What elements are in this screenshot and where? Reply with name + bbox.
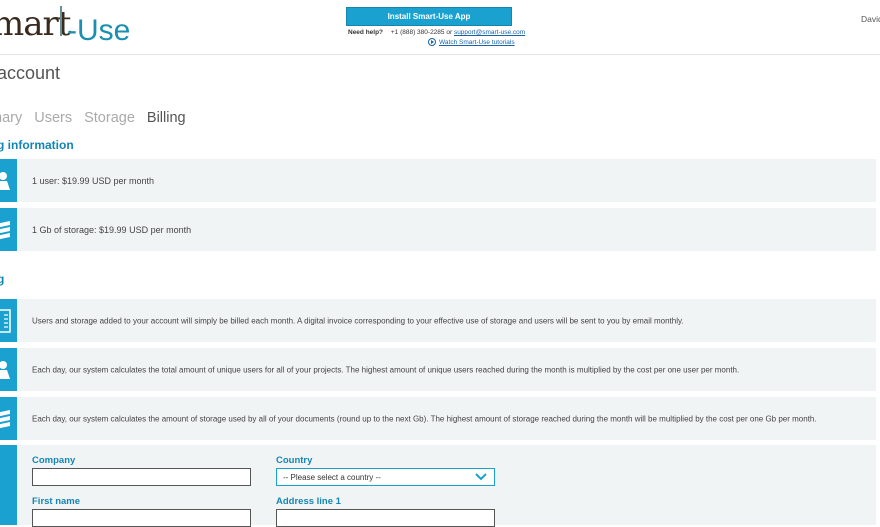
tab-summary[interactable]: mary bbox=[0, 110, 22, 126]
header-divider bbox=[0, 54, 880, 55]
billing-row-users: Each day, our system calculates the tota… bbox=[0, 348, 876, 391]
billing-text-storage: Each day, our system calculates the amou… bbox=[32, 414, 817, 423]
billing-text-users: Each day, our system calculates the tota… bbox=[32, 365, 740, 374]
billing-icon-box bbox=[0, 397, 17, 440]
info-row-storage: 1 Gb of storage: $19.99 USD per month bbox=[0, 208, 876, 251]
company-input[interactable] bbox=[32, 468, 251, 486]
account-tabs: mary Users Storage Billing bbox=[0, 110, 198, 126]
billing-information-title: g information bbox=[0, 138, 74, 152]
form-icon-box bbox=[0, 445, 17, 525]
page-title: account bbox=[0, 63, 61, 83]
help-line: Need help? +1 (888) 380-2285 or support@… bbox=[348, 29, 525, 36]
logo[interactable]: mart -Use bbox=[0, 0, 132, 50]
country-select[interactable]: -- Please select a country -- bbox=[276, 468, 495, 486]
country-label: Country bbox=[276, 455, 313, 466]
address-line-1-input[interactable] bbox=[276, 509, 495, 527]
billing-row-invoice: Users and storage added to your account … bbox=[0, 299, 876, 342]
logo-divider bbox=[60, 6, 62, 36]
info-icon-box bbox=[0, 159, 17, 202]
billing-row-storage: Each day, our system calculates the amou… bbox=[0, 397, 876, 440]
tab-users[interactable]: Users bbox=[34, 110, 72, 126]
first-name-input[interactable] bbox=[32, 509, 251, 527]
tab-billing[interactable]: Billing bbox=[147, 110, 186, 126]
info-icon-box bbox=[0, 208, 17, 251]
country-selected-value: -- Please select a country -- bbox=[283, 472, 381, 482]
first-name-label: First name bbox=[32, 496, 81, 507]
billing-title: g bbox=[0, 272, 5, 286]
user-icon bbox=[0, 360, 10, 379]
support-email-link[interactable]: support@smart-use.com bbox=[454, 29, 525, 36]
logo-text-use: -Use bbox=[67, 14, 131, 47]
address-line-1-label: Address line 1 bbox=[276, 496, 341, 507]
info-text-storage: 1 Gb of storage: $19.99 USD per month bbox=[32, 224, 192, 235]
company-label: Company bbox=[32, 455, 76, 466]
billing-form: Company Country -- Please select a count… bbox=[0, 445, 876, 527]
tab-storage[interactable]: Storage bbox=[84, 110, 135, 126]
billing-icon-box bbox=[0, 348, 17, 391]
user-icon bbox=[0, 171, 10, 190]
help-label: Need help? bbox=[348, 29, 384, 36]
tutorials-line[interactable]: Watch Smart-Use tutorials bbox=[428, 38, 515, 46]
storage-icon bbox=[0, 220, 10, 239]
chevron-down-icon bbox=[475, 473, 487, 481]
install-app-button[interactable]: Install Smart-Use App bbox=[346, 7, 512, 26]
help-phone: +1 (888) 380-2285 or bbox=[390, 29, 453, 36]
billing-icon-box bbox=[0, 299, 17, 342]
storage-icon bbox=[0, 409, 10, 428]
user-name[interactable]: David bbox=[861, 14, 880, 24]
billing-text-invoice: Users and storage added to your account … bbox=[32, 316, 684, 325]
tutorials-link[interactable]: Watch Smart-Use tutorials bbox=[439, 39, 515, 46]
info-row-users: 1 user: $19.99 USD per month bbox=[0, 159, 876, 202]
invoice-icon bbox=[0, 308, 11, 333]
info-text-users: 1 user: $19.99 USD per month bbox=[32, 175, 155, 186]
play-icon bbox=[428, 38, 436, 46]
